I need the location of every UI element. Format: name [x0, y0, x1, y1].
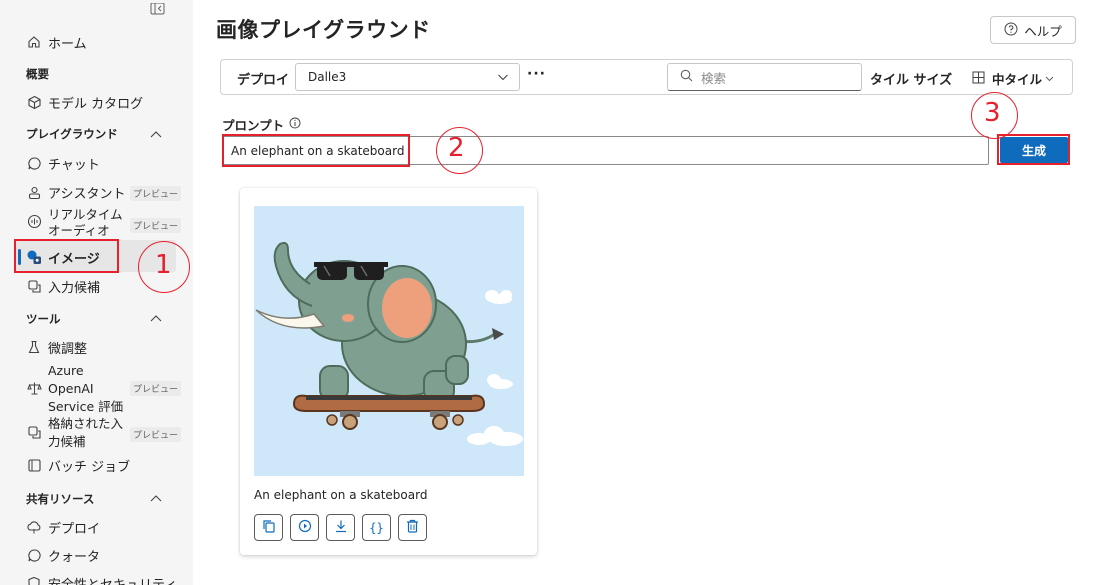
- cube-icon: [26, 94, 42, 110]
- search-input[interactable]: 検索: [667, 63, 862, 91]
- tile-size-dropdown[interactable]: 中タイル: [972, 69, 1054, 88]
- nav-batch-jobs[interactable]: バッチ ジョブ: [26, 454, 130, 476]
- view-json-button[interactable]: {}: [362, 514, 391, 541]
- help-icon: [1004, 22, 1018, 39]
- section-playground: プレイグラウンド: [26, 127, 118, 141]
- deploy-label: デプロイ: [237, 73, 290, 88]
- chevron-up-icon[interactable]: [149, 491, 163, 505]
- code-braces-icon: {}: [369, 520, 384, 535]
- nav-fine-tuning-label: 微調整: [48, 341, 88, 357]
- copy-button[interactable]: [254, 514, 283, 541]
- regenerate-button[interactable]: [290, 514, 319, 541]
- image-caption: An elephant on a skateboard: [254, 488, 428, 502]
- deployment-value: Dalle3: [308, 70, 347, 84]
- nav-stored-completions-label-2: 力候補: [48, 434, 86, 449]
- nav-realtime-audio-label-1: リアルタイム: [48, 207, 123, 222]
- deployment-dropdown[interactable]: Dalle3: [295, 63, 520, 91]
- nav-completions[interactable]: 入力候補: [26, 275, 100, 297]
- nav-quota[interactable]: クォータ: [26, 544, 100, 566]
- generated-image-card[interactable]: An elephant on a skateboard {}: [240, 188, 537, 555]
- preview-badge: プレビュー: [130, 186, 182, 201]
- nav-home[interactable]: ホーム: [26, 31, 87, 53]
- trash-icon: [406, 518, 419, 537]
- generated-image[interactable]: [254, 206, 524, 476]
- collapse-sidebar-icon[interactable]: [150, 0, 166, 15]
- search-icon: [680, 69, 693, 85]
- download-icon: [334, 518, 348, 537]
- audio-icon: [26, 213, 42, 229]
- annotation-box-2: [222, 134, 410, 167]
- nav-stored-completions[interactable]: [26, 421, 48, 443]
- nav-completions-label: 入力候補: [48, 280, 101, 296]
- tile-size-value: 中タイル: [992, 72, 1043, 87]
- nav-chat[interactable]: チャット: [26, 152, 100, 174]
- nav-azure-eval[interactable]: [26, 377, 48, 399]
- annotation-box-3: [997, 134, 1070, 165]
- nav-azure-eval-label-3: Service 評価: [48, 399, 124, 414]
- nav-chat-label: チャット: [48, 157, 100, 173]
- section-tools: ツール: [26, 312, 61, 326]
- annotation-box-1: [14, 239, 119, 273]
- nav-home-label: ホーム: [48, 36, 87, 52]
- nav-realtime-audio[interactable]: [26, 210, 48, 232]
- chevron-down-icon: [1045, 71, 1054, 86]
- completions-icon: [26, 278, 42, 294]
- prompt-label-text: プロンプト: [222, 118, 285, 133]
- chevron-up-icon[interactable]: [149, 311, 163, 325]
- chevron-up-icon[interactable]: [149, 127, 163, 141]
- help-button[interactable]: ヘルプ: [990, 16, 1076, 44]
- section-overview: 概要: [26, 67, 49, 81]
- chevron-down-icon: [497, 71, 509, 83]
- nav-stored-completions-label-1: 格納された入: [48, 416, 124, 431]
- page-title: 画像プレイグラウンド: [216, 18, 431, 42]
- batch-icon: [26, 457, 42, 473]
- annotation-number-3: 3: [984, 98, 1001, 128]
- nav-deployments[interactable]: デプロイ: [26, 516, 100, 538]
- section-shared-resources: 共有リソース: [26, 492, 95, 506]
- nav-fine-tuning[interactable]: 微調整: [26, 336, 87, 358]
- search-placeholder: 検索: [701, 70, 727, 86]
- scale-icon: [26, 380, 42, 396]
- nav-azure-eval-label-1: Azure: [48, 363, 84, 378]
- cloud-icon: [26, 519, 42, 535]
- home-icon: [26, 34, 42, 50]
- annotation-number-1: 1: [155, 250, 172, 280]
- nav-quota-label: クォータ: [48, 549, 101, 565]
- preview-badge: プレビュー: [130, 381, 182, 396]
- grid-icon: [972, 71, 985, 87]
- copy-icon: [262, 518, 276, 537]
- toolbar: デプロイ Dalle3 ··· 検索 タイル サイズ 中タイル: [220, 59, 1073, 95]
- nav-azure-eval-label-2: OpenAI: [48, 381, 94, 396]
- nav-batch-jobs-label: バッチ ジョブ: [48, 459, 131, 475]
- download-button[interactable]: [326, 514, 355, 541]
- prompt-label: プロンプト: [222, 115, 301, 134]
- annotation-number-2: 2: [448, 133, 465, 163]
- nav-deployments-label: デプロイ: [48, 521, 101, 537]
- nav-assistant[interactable]: アシスタント: [26, 181, 125, 203]
- nav-safety-label: 安全性とセキュリティ: [48, 577, 178, 585]
- chat-icon: [26, 155, 42, 171]
- nav-model-catalog-label: モデル カタログ: [48, 96, 144, 112]
- more-options-button[interactable]: ···: [527, 66, 546, 82]
- preview-badge: プレビュー: [130, 427, 182, 442]
- shield-icon: [26, 575, 42, 585]
- preview-badge: プレビュー: [130, 218, 182, 233]
- regenerate-icon: [298, 518, 312, 537]
- card-actions: {}: [254, 514, 427, 541]
- beaker-icon: [26, 339, 42, 355]
- nav-realtime-audio-label-2: オーディオ: [48, 223, 110, 238]
- quota-icon: [26, 547, 42, 563]
- stored-completions-icon: [26, 424, 42, 440]
- nav-model-catalog[interactable]: モデル カタログ: [26, 91, 143, 113]
- info-icon[interactable]: [289, 117, 301, 132]
- nav-safety[interactable]: 安全性とセキュリティ: [26, 572, 177, 585]
- delete-button[interactable]: [398, 514, 427, 541]
- assistant-icon: [26, 184, 42, 200]
- tile-size-label: タイル サイズ: [870, 73, 953, 88]
- nav-assistant-label: アシスタント: [48, 186, 126, 202]
- help-label: ヘルプ: [1024, 23, 1062, 39]
